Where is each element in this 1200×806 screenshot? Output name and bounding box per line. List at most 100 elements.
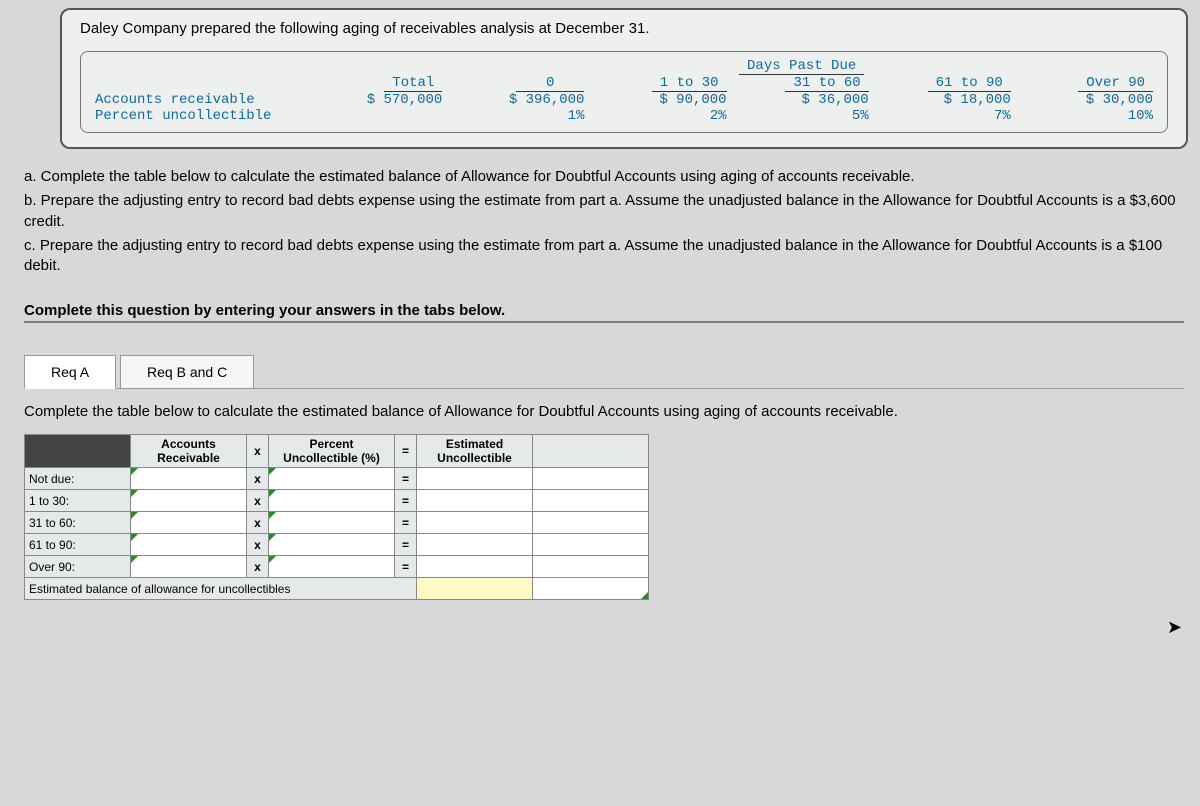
ar-input-1-30[interactable] <box>131 490 247 512</box>
tabs-prompt: Complete this question by entering your … <box>24 302 505 319</box>
cursor-icon: ➤ <box>1167 617 1182 638</box>
worksheet-table: Accounts Receivable x Percent Uncollecti… <box>24 434 649 600</box>
validation-marker-icon <box>131 534 138 541</box>
times-op: x <box>247 490 269 512</box>
corner-cell <box>25 435 131 468</box>
pct-input-31-60[interactable] <box>269 512 395 534</box>
table-row: Over 90: x = <box>25 556 649 578</box>
ar-input-not-due[interactable] <box>131 468 247 490</box>
total-row: Estimated balance of allowance for uncol… <box>25 578 649 600</box>
col-61-90: 61 to 90 <box>928 75 1011 92</box>
equals-op: = <box>395 512 417 534</box>
pct-input-1-30[interactable] <box>269 490 395 512</box>
validation-marker-icon <box>131 490 138 497</box>
pu-label: Percent uncollectible <box>91 108 335 124</box>
est-input-over-90[interactable] <box>417 556 533 578</box>
validation-marker-icon <box>269 468 276 475</box>
hdr-equals: = <box>395 435 417 468</box>
times-op: x <box>247 534 269 556</box>
extra-input-61-90[interactable] <box>533 534 649 556</box>
est-input-31-60[interactable] <box>417 512 533 534</box>
total-extra-input[interactable] <box>533 578 649 600</box>
col-31-60: 31 to 60 <box>785 75 868 92</box>
row-label: 61 to 90: <box>25 534 131 556</box>
aging-analysis-box: Days Past Due Total 0 1 to 30 31 to 60 6… <box>80 51 1168 133</box>
validation-marker-icon <box>269 534 276 541</box>
equals-op: = <box>395 534 417 556</box>
row-label: Over 90: <box>25 556 131 578</box>
pu-31-60: 5% <box>731 108 873 124</box>
extra-input-over-90[interactable] <box>533 556 649 578</box>
pu-total <box>335 108 447 124</box>
row-label: 1 to 30: <box>25 490 131 512</box>
ar-input-31-60[interactable] <box>131 512 247 534</box>
hdr-percent: Percent Uncollectible (%) <box>269 435 395 468</box>
est-input-61-90[interactable] <box>417 534 533 556</box>
est-input-1-30[interactable] <box>417 490 533 512</box>
ar-input-over-90[interactable] <box>131 556 247 578</box>
ar-input-61-90[interactable] <box>131 534 247 556</box>
pct-input-not-due[interactable] <box>269 468 395 490</box>
extra-input-1-30[interactable] <box>533 490 649 512</box>
days-past-due-header: Days Past Due <box>739 58 864 75</box>
col-0: 0 <box>516 75 584 92</box>
table-row: Not due: x = <box>25 468 649 490</box>
tab-req-b-and-c[interactable]: Req B and C <box>120 355 254 389</box>
hdr-est: Estimated Uncollectible <box>417 435 533 468</box>
equals-op: = <box>395 490 417 512</box>
validation-marker-icon <box>269 490 276 497</box>
col-over-90: Over 90 <box>1078 75 1153 92</box>
pu-61-90: 7% <box>873 108 1015 124</box>
hdr-ar: Accounts Receivable <box>131 435 247 468</box>
extra-input-not-due[interactable] <box>533 468 649 490</box>
equals-op: = <box>395 468 417 490</box>
table-row: 61 to 90: x = <box>25 534 649 556</box>
ar-over-90: $ 30,000 <box>1015 92 1157 108</box>
tabs: Req A Req B and C <box>24 355 1184 389</box>
times-op: x <box>247 556 269 578</box>
pu-0: 1% <box>446 108 588 124</box>
pu-1-30: 2% <box>588 108 730 124</box>
equals-op: = <box>395 556 417 578</box>
validation-marker-icon <box>269 556 276 563</box>
tabs-prompt-wrap: Complete this question by entering your … <box>24 302 1184 323</box>
table-row: 31 to 60: x = <box>25 512 649 534</box>
row-label: Not due: <box>25 468 131 490</box>
instr-c: c. Prepare the adjusting entry to record… <box>24 236 1184 277</box>
problem-panel: Daley Company prepared the following agi… <box>60 8 1188 149</box>
aging-table: Days Past Due Total 0 1 to 30 31 to 60 6… <box>91 58 1157 124</box>
validation-marker-icon <box>269 512 276 519</box>
tab-req-a[interactable]: Req A <box>24 355 116 389</box>
validation-marker-icon <box>131 556 138 563</box>
instr-a: a. Complete the table below to calculate… <box>24 167 1184 187</box>
ar-0: $ 396,000 <box>446 92 588 108</box>
row-label: 31 to 60: <box>25 512 131 534</box>
validation-marker-icon <box>131 468 138 475</box>
extra-input-31-60[interactable] <box>533 512 649 534</box>
ar-total: $ 570,000 <box>335 92 447 108</box>
table-row: 1 to 30: x = <box>25 490 649 512</box>
ar-31-60: $ 36,000 <box>731 92 873 108</box>
answer-area: Complete this question by entering your … <box>24 302 1184 600</box>
pct-input-61-90[interactable] <box>269 534 395 556</box>
pct-input-over-90[interactable] <box>269 556 395 578</box>
validation-marker-icon <box>641 592 648 599</box>
ar-label: Accounts receivable <box>91 92 335 108</box>
instr-b: b. Prepare the adjusting entry to record… <box>24 191 1184 232</box>
instructions: a. Complete the table below to calculate… <box>24 167 1184 276</box>
est-input-not-due[interactable] <box>417 468 533 490</box>
total-est-input[interactable] <box>417 578 533 600</box>
total-label: Estimated balance of allowance for uncol… <box>25 578 417 600</box>
validation-marker-icon <box>131 512 138 519</box>
hdr-extra <box>533 435 649 468</box>
ar-61-90: $ 18,000 <box>873 92 1015 108</box>
ar-1-30: $ 90,000 <box>588 92 730 108</box>
times-op: x <box>247 512 269 534</box>
intro-text: Daley Company prepared the following agi… <box>80 18 1168 51</box>
col-total: Total <box>384 75 442 92</box>
times-op: x <box>247 468 269 490</box>
col-1-30: 1 to 30 <box>652 75 727 92</box>
hdr-times: x <box>247 435 269 468</box>
pu-over-90: 10% <box>1015 108 1157 124</box>
req-a-text: Complete the table below to calculate th… <box>24 403 1184 420</box>
